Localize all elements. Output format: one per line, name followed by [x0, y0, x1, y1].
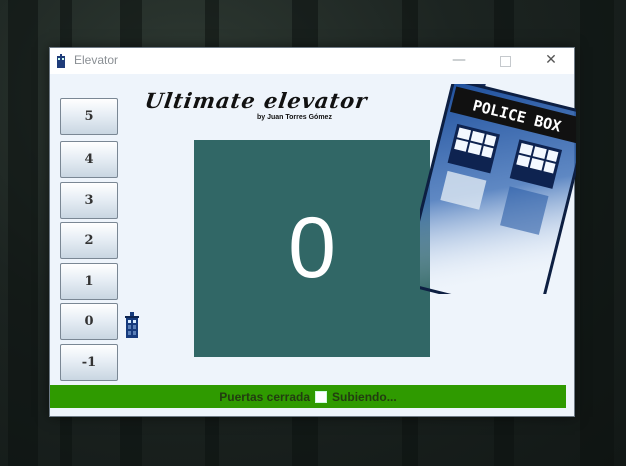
- window-title: Elevator: [74, 53, 119, 67]
- floor-button-2[interactable]: 2: [60, 222, 118, 259]
- floor-button-5[interactable]: 5: [60, 98, 118, 135]
- floor-button-4[interactable]: 4: [60, 141, 118, 178]
- elevator-position-icon: [125, 312, 139, 338]
- door-status: Puertas cerrada: [219, 389, 311, 404]
- floor-button-label: 3: [84, 193, 94, 208]
- floor-display-value: 0: [288, 200, 336, 296]
- floor-button-3[interactable]: 3: [60, 182, 118, 219]
- maximize-button[interactable]: [482, 48, 528, 74]
- tardis-app-icon: [57, 54, 65, 68]
- title-bar[interactable]: Elevator — ✕: [50, 48, 574, 74]
- floor-button-minus-1[interactable]: -1: [60, 344, 118, 381]
- maximize-icon: [499, 56, 511, 67]
- floor-button-label: 2: [84, 233, 94, 248]
- app-subtitle: by Juan Torres Gómez: [257, 114, 332, 121]
- floor-button-label: 0: [84, 314, 94, 329]
- floor-button-0[interactable]: 0: [60, 303, 118, 340]
- app-title: Ultimate elevator: [143, 88, 370, 113]
- elevator-window: Elevator — ✕ 5 4 3 2 1 0 -1 Ultimate ele…: [49, 47, 576, 417]
- status-bar: Puertas cerrada Subiendo...: [50, 385, 566, 408]
- floor-button-label: 4: [84, 152, 94, 167]
- floor-button-label: -1: [81, 355, 97, 370]
- close-button[interactable]: ✕: [528, 48, 574, 74]
- close-icon: ✕: [545, 52, 557, 68]
- floor-button-label: 5: [84, 109, 94, 124]
- tardis-illustration: POLICE BOX: [420, 84, 576, 294]
- minimize-button[interactable]: —: [436, 48, 482, 74]
- floor-display: 0: [194, 140, 430, 357]
- status-indicator-box: [315, 390, 328, 403]
- floor-button-1[interactable]: 1: [60, 263, 118, 300]
- movement-status: Subiendo...: [332, 389, 397, 404]
- floor-button-label: 1: [84, 274, 94, 289]
- minimize-icon: —: [452, 52, 466, 68]
